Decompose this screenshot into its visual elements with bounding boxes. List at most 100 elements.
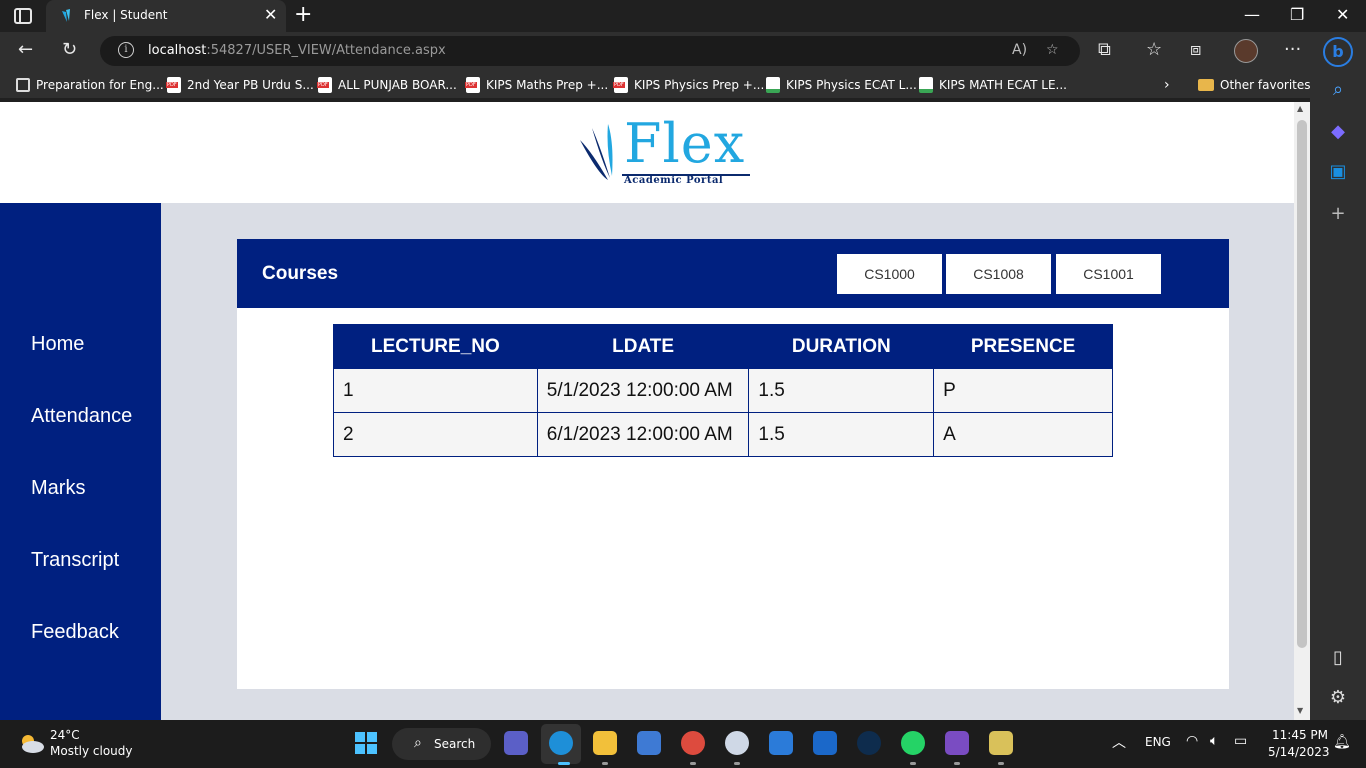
- paint-tool-icon[interactable]: [989, 731, 1013, 755]
- favorite-item[interactable]: 2nd Year PB Urdu S...: [166, 76, 314, 94]
- microsoft-store-icon[interactable]: [637, 731, 661, 755]
- windows-start-icon[interactable]: [355, 732, 377, 754]
- logo-subtitle: Academic Portal: [624, 175, 724, 186]
- add-icon[interactable]: +: [1328, 204, 1348, 224]
- mail-icon[interactable]: [769, 731, 793, 755]
- taskbar-search[interactable]: ⌕ Search: [392, 728, 491, 760]
- close-window-icon[interactable]: ✕: [1336, 6, 1349, 24]
- column-header-lecture-no[interactable]: LECTURE_NO: [333, 324, 538, 369]
- pdf-icon: [166, 77, 181, 93]
- side-navigation: Home Attendance Marks Transcript Feedbac…: [0, 203, 161, 720]
- course-button-cs1008[interactable]: CS1008: [946, 254, 1051, 294]
- address-bar[interactable]: i localhost:54827/USER_VIEW/Attendance.a…: [100, 36, 1080, 66]
- search-icon[interactable]: ⌕: [1328, 80, 1348, 100]
- active-indicator: [558, 762, 570, 765]
- app-indicator: [690, 762, 696, 765]
- courses-header: Courses CS1000 CS1008 CS1001: [237, 239, 1229, 308]
- meet-icon[interactable]: [504, 731, 528, 755]
- clock-date[interactable]: 5/14/2023: [1268, 745, 1330, 759]
- chevron-up-icon[interactable]: ︿: [1112, 732, 1126, 752]
- favorite-label: ALL PUNJAB BOAR...: [338, 78, 457, 92]
- browser-tab[interactable]: Flex | Student ✕: [46, 0, 286, 32]
- refresh-icon[interactable]: ↻: [62, 40, 77, 60]
- course-button-cs1001[interactable]: CS1001: [1056, 254, 1161, 294]
- restore-icon[interactable]: ❐: [1290, 6, 1304, 24]
- notification-icon[interactable]: 🔔︎: [1333, 734, 1351, 750]
- attendance-table: LECTURE_NO LDATE DURATION PRESENCE 1 5/1…: [333, 324, 1113, 457]
- book-icon: [16, 78, 30, 92]
- site-info-icon[interactable]: i: [118, 42, 134, 58]
- visual-studio-icon[interactable]: [945, 731, 969, 755]
- app-indicator: [910, 762, 916, 765]
- column-header-presence[interactable]: PRESENCE: [933, 324, 1113, 369]
- nav-transcript[interactable]: Transcript: [31, 549, 119, 572]
- app-indicator: [734, 762, 740, 765]
- column-header-ldate[interactable]: LDATE: [536, 324, 750, 369]
- new-tab-icon[interactable]: +: [294, 3, 312, 27]
- cloudy-weather-icon[interactable]: [16, 732, 46, 754]
- pdf-icon: [465, 77, 480, 93]
- logo-text: Flex: [624, 112, 746, 175]
- copilot-icon[interactable]: ◆: [1328, 122, 1348, 142]
- other-favorites[interactable]: Other favorites: [1198, 76, 1311, 94]
- gear-icon[interactable]: ⚙: [1328, 688, 1348, 708]
- nav-attendance[interactable]: Attendance: [31, 405, 132, 428]
- azure-data-studio-icon[interactable]: [813, 731, 837, 755]
- bing-chat-icon[interactable]: b: [1323, 37, 1353, 67]
- flex-logo[interactable]: Flex Academic Portal: [578, 112, 753, 190]
- profile-avatar[interactable]: [1234, 39, 1258, 63]
- back-icon[interactable]: ←: [18, 40, 33, 60]
- table-row: 1 5/1/2023 12:00:00 AM 1.5 P: [333, 368, 1113, 413]
- nav-feedback[interactable]: Feedback: [31, 621, 119, 644]
- favorite-item[interactable]: KIPS Maths Prep +...: [465, 76, 609, 94]
- settings-more-icon[interactable]: ···: [1284, 40, 1301, 60]
- other-favorites-label: Other favorites: [1220, 78, 1311, 92]
- browser-title-bar: Flex | Student ✕ + — ❐ ✕: [0, 0, 1366, 32]
- favorite-item[interactable]: KIPS Physics Prep +...: [613, 76, 764, 94]
- chevron-right-icon[interactable]: ›: [1164, 76, 1170, 94]
- close-tab-icon[interactable]: ✕: [264, 6, 277, 24]
- edge-sidebar: ⌕ ◆ ▣ + ▯ ⚙: [1310, 70, 1366, 720]
- pdf-icon: [317, 77, 332, 93]
- favorite-label: KIPS Maths Prep +...: [486, 78, 609, 92]
- favorite-item[interactable]: KIPS Physics ECAT L...: [766, 76, 917, 94]
- file-explorer-icon[interactable]: [593, 731, 617, 755]
- chrome-icon[interactable]: [681, 731, 705, 755]
- edge-icon[interactable]: [549, 731, 573, 755]
- pdf-icon: [613, 77, 628, 93]
- table-cell: 5/1/2023 12:00:00 AM: [536, 368, 750, 413]
- address-url[interactable]: localhost:54827/USER_VIEW/Attendance.asp…: [148, 43, 446, 58]
- collections-icon[interactable]: ⧈: [1190, 40, 1201, 60]
- media-player-icon[interactable]: [725, 731, 749, 755]
- favorite-item[interactable]: ALL PUNJAB BOAR...: [317, 76, 457, 94]
- favorites-bar: Preparation for Eng... 2nd Year PB Urdu …: [0, 70, 1311, 98]
- clock-time[interactable]: 11:45 PM: [1272, 728, 1328, 742]
- outlook-icon[interactable]: ▣: [1328, 162, 1348, 182]
- minimize-icon[interactable]: —: [1244, 6, 1260, 24]
- battery-icon[interactable]: ▭: [1234, 733, 1247, 749]
- scroll-down-icon[interactable]: ▼: [1297, 706, 1303, 715]
- page-scrollbar[interactable]: ▲ ▼: [1294, 102, 1310, 720]
- sidebar-layout-icon[interactable]: ▯: [1328, 648, 1348, 668]
- favorites-icon[interactable]: ☆: [1146, 40, 1162, 60]
- volume-icon[interactable]: 🔈︎: [1210, 733, 1218, 749]
- app-indicator: [998, 762, 1004, 765]
- wifi-icon[interactable]: ◠: [1186, 733, 1198, 749]
- read-aloud-icon[interactable]: A): [1012, 41, 1027, 59]
- nav-home[interactable]: Home: [31, 333, 84, 356]
- course-button-cs1000[interactable]: CS1000: [837, 254, 942, 294]
- favorite-item[interactable]: KIPS MATH ECAT LE...: [919, 76, 1067, 94]
- whatsapp-icon[interactable]: [901, 731, 925, 755]
- page-header: Flex Academic Portal: [0, 102, 1294, 203]
- tab-actions-icon[interactable]: [14, 8, 32, 24]
- favorite-item[interactable]: Preparation for Eng...: [16, 76, 164, 94]
- column-header-duration[interactable]: DURATION: [748, 324, 935, 369]
- address-path: :54827/USER_VIEW/Attendance.aspx: [206, 43, 446, 58]
- language-indicator[interactable]: ENG: [1145, 735, 1171, 749]
- add-favorite-icon[interactable]: ☆: [1046, 41, 1059, 59]
- scroll-thumb[interactable]: [1297, 120, 1307, 648]
- pycharm-icon[interactable]: [857, 731, 881, 755]
- nav-marks[interactable]: Marks: [31, 477, 85, 500]
- scroll-up-icon[interactable]: ▲: [1297, 104, 1303, 113]
- extensions-icon[interactable]: ⧉: [1098, 40, 1111, 60]
